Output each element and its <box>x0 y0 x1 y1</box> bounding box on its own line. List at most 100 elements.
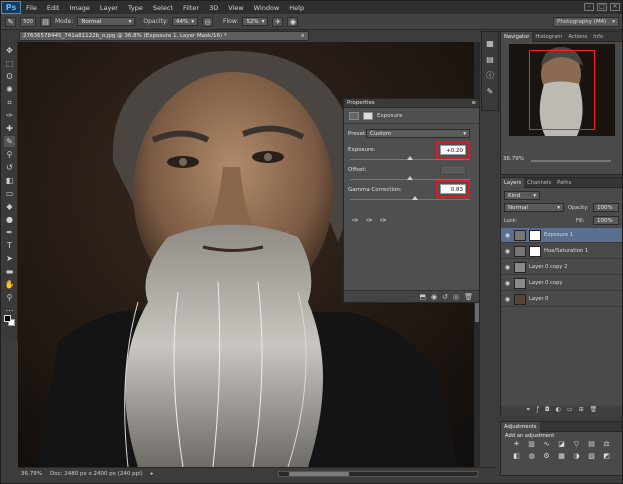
brush-tool-icon[interactable]: ✎ <box>4 136 15 147</box>
tab-channels[interactable]: Channels <box>524 178 554 188</box>
pressure-size-icon[interactable]: ◉ <box>287 16 299 27</box>
layer-mask-icon[interactable] <box>363 111 373 120</box>
pen-tool-icon[interactable]: ✒ <box>4 227 15 238</box>
mode-dropdown[interactable]: Normal ▾ <box>77 17 136 26</box>
menu-type[interactable]: Type <box>123 4 148 12</box>
layer-style-icon[interactable]: ƒ <box>537 406 539 416</box>
visibility-icon[interactable]: ◎ <box>453 293 459 301</box>
menu-select[interactable]: Select <box>148 4 178 12</box>
blend-mode-dropdown[interactable]: Normal ▾ <box>504 203 564 212</box>
history-panel-icon[interactable]: ▦ <box>485 38 496 49</box>
color-balance-icon[interactable]: ⚖ <box>601 440 612 449</box>
new-layer-icon[interactable]: ⊞ <box>579 406 584 416</box>
tab-layers[interactable]: Layers <box>501 177 525 188</box>
link-layers-icon[interactable]: ⚭ <box>526 406 531 416</box>
eye-icon[interactable]: ◉ <box>504 280 511 287</box>
posterize-icon[interactable]: ▨ <box>586 452 597 461</box>
brush-presets-icon[interactable]: ✎ <box>485 86 496 97</box>
opacity-field[interactable]: 44% ▾ <box>172 17 199 26</box>
layer-row-layer-0-copy[interactable]: ◉ Layer 0 copy <box>501 276 622 291</box>
brush-tool-icon[interactable]: ✎ <box>5 16 16 27</box>
gamma-slider-track[interactable] <box>350 199 470 200</box>
marquee-tool-icon[interactable]: ⬚ <box>4 58 15 69</box>
threshold-icon[interactable]: ◩ <box>601 452 612 461</box>
airbrush-icon[interactable]: ✈ <box>272 16 284 27</box>
flow-field[interactable]: 52% ▾ <box>242 17 269 26</box>
layer-row-layer-0-copy-2[interactable]: ◉ Layer 0 copy 2 <box>501 260 622 275</box>
new-group-icon[interactable]: ▭ <box>567 406 573 416</box>
gray-point-eyedropper-icon[interactable]: ✑ <box>366 216 373 225</box>
workspace-switcher[interactable]: Photography (M4) ▾ <box>553 17 619 27</box>
panel-menu-icon[interactable]: ≡ <box>471 100 476 106</box>
layer-filter-dropdown[interactable]: Kind ▾ <box>504 191 540 200</box>
exposure-icon[interactable]: ◪ <box>556 440 567 449</box>
trash-icon[interactable]: 🗑 <box>464 293 473 301</box>
eye-icon[interactable]: ◉ <box>504 296 511 303</box>
shape-tool-icon[interactable]: ▬ <box>4 266 15 277</box>
close-window-button[interactable]: ✕ <box>610 3 620 11</box>
eyedropper-tool-icon[interactable]: ✑ <box>4 110 15 121</box>
exposure-slider-knob[interactable] <box>407 156 413 160</box>
crop-tool-icon[interactable]: ⌗ <box>4 97 15 108</box>
reset-icon[interactable]: ↺ <box>442 293 448 301</box>
menu-3d[interactable]: 3D <box>204 4 223 12</box>
menu-layer[interactable]: Layer <box>95 4 123 12</box>
tab-navigator[interactable]: Navigator <box>501 31 533 42</box>
brush-panel-icon[interactable]: ▤ <box>40 16 51 27</box>
color-lookup-icon[interactable]: ▦ <box>556 452 567 461</box>
maximize-button[interactable]: □ <box>597 3 607 11</box>
layer-row-exposure-1[interactable]: ◉ Exposure 1 <box>501 228 622 243</box>
new-adjustment-icon[interactable]: ◐ <box>556 406 561 416</box>
tab-actions[interactable]: Actions <box>565 32 590 42</box>
preset-dropdown[interactable]: Custom ▾ <box>366 129 470 138</box>
add-mask-icon[interactable]: ◘ <box>545 406 550 416</box>
eye-icon[interactable]: ◉ <box>504 264 511 271</box>
document-tab[interactable]: 27636578445_741a81122b_o.jpg @ 36.8% (Ex… <box>19 31 309 41</box>
minimize-button[interactable]: – <box>584 3 594 11</box>
exposure-adjustment-icon[interactable] <box>349 111 359 120</box>
navigator-zoom-slider[interactable] <box>531 160 611 162</box>
gradient-tool-icon[interactable]: ▭ <box>4 188 15 199</box>
tab-adjustments[interactable]: Adjustments <box>501 421 540 432</box>
menu-window[interactable]: Window <box>249 4 285 12</box>
properties-panel-icon[interactable]: ▤ <box>485 54 496 65</box>
horizontal-scrollbar[interactable] <box>278 471 478 477</box>
fill-field[interactable]: 100% <box>593 216 619 225</box>
hue-saturation-icon[interactable]: ▤ <box>586 440 597 449</box>
layer-opacity-field[interactable]: 100% <box>593 203 619 212</box>
healing-tool-icon[interactable]: ✚ <box>4 123 15 134</box>
tab-histogram[interactable]: Histogram <box>532 32 565 42</box>
layer-mask-thumbnail[interactable] <box>529 229 541 241</box>
clone-stamp-tool-icon[interactable]: ⚲ <box>4 149 15 160</box>
menu-edit[interactable]: Edit <box>42 4 65 12</box>
invert-icon[interactable]: ◑ <box>571 452 582 461</box>
blur-tool-icon[interactable]: ◆ <box>4 201 15 212</box>
horizontal-scroll-thumb[interactable] <box>289 472 349 476</box>
black-point-eyedropper-icon[interactable]: ✑ <box>352 216 359 225</box>
layer-row-hue-saturation-1[interactable]: ◉ Hue/Saturation 1 <box>501 244 622 259</box>
close-tab-icon[interactable]: × <box>300 33 305 39</box>
tab-info[interactable]: Info <box>590 32 606 42</box>
menu-help[interactable]: Help <box>284 4 309 12</box>
eye-icon[interactable]: ◉ <box>504 232 511 239</box>
clip-to-layer-icon[interactable]: ⬒ <box>419 293 426 301</box>
tab-paths[interactable]: Paths <box>554 178 574 188</box>
levels-icon[interactable]: ▥ <box>526 440 537 449</box>
photo-filter-icon[interactable]: ◍ <box>526 452 537 461</box>
type-tool-icon[interactable]: T <box>4 240 15 251</box>
foreground-color-swatch[interactable] <box>4 315 11 322</box>
menu-file[interactable]: File <box>21 4 42 12</box>
layer-row-layer-0[interactable]: ◉ Layer 0 <box>501 292 622 307</box>
quick-select-tool-icon[interactable]: ✺ <box>4 84 15 95</box>
navigator-view-box[interactable] <box>529 50 595 130</box>
trash-icon[interactable]: 🗑 <box>590 406 598 416</box>
move-tool-icon[interactable]: ✥ <box>4 45 15 56</box>
zoom-tool-icon[interactable]: ⚲ <box>4 292 15 303</box>
menu-filter[interactable]: Filter <box>178 4 204 12</box>
navigator-zoom[interactable]: 36.79% <box>503 156 524 162</box>
brightness-contrast-icon[interactable]: ☀ <box>511 440 522 449</box>
info-panel-icon[interactable]: ⓘ <box>485 70 496 81</box>
offset-field[interactable]: 0.0000 <box>440 165 466 175</box>
menu-image[interactable]: Image <box>64 4 94 12</box>
layer-mask-thumbnail[interactable] <box>529 245 541 257</box>
